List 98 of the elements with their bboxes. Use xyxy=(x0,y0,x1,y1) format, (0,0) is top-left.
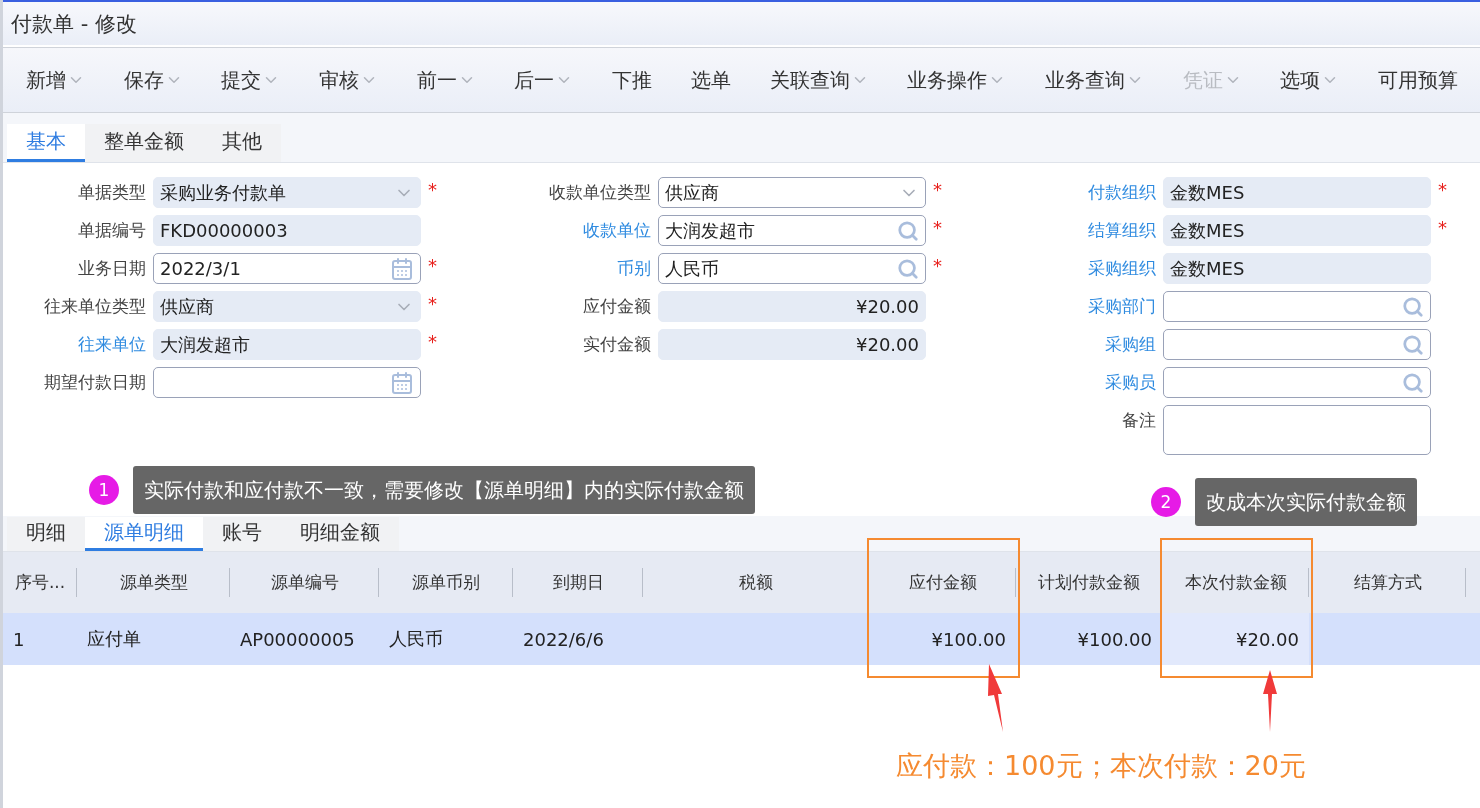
toolbar-button[interactable]: 可用预算 xyxy=(1377,66,1458,94)
input-field[interactable]: 供应商 xyxy=(153,291,421,322)
field-label: 收款单位类型 xyxy=(548,181,651,204)
toolbar-button[interactable]: 后一 xyxy=(514,66,574,94)
required-mark: * xyxy=(1438,216,1448,240)
field-label: 应付金额 xyxy=(582,295,651,318)
window-title: 付款单 - 修改 xyxy=(11,10,137,38)
table-cell-text: ¥100.00 xyxy=(930,627,1007,652)
column-header[interactable]: 源单类型 xyxy=(77,552,230,613)
required-mark: * xyxy=(933,254,943,278)
field-label[interactable]: 结算组织 xyxy=(955,215,1156,245)
column-header[interactable]: 源单编号 xyxy=(230,552,379,613)
field-label[interactable]: 付款组织 xyxy=(955,177,1156,207)
field-label: 业务日期 xyxy=(77,257,146,280)
field-label: 备注 xyxy=(1121,409,1156,432)
input-field[interactable]: 人民币 xyxy=(658,253,926,284)
column-header[interactable]: 本次付款金额 xyxy=(1162,552,1309,613)
input-field[interactable]: FKD00000003 xyxy=(153,215,421,246)
toolbar-button[interactable]: 审核 xyxy=(319,66,379,94)
toolbar-button[interactable]: 提交 xyxy=(221,66,281,94)
input-field[interactable]: 金数MES xyxy=(1163,177,1431,208)
field-label: 期望付款日期 xyxy=(43,371,146,394)
required-mark: * xyxy=(428,254,438,278)
toolbar-button[interactable]: 业务操作 xyxy=(907,66,1007,94)
column-header[interactable]: 计划付款金额 xyxy=(1016,552,1162,613)
annotation-note: 应付款：100元；本次付款：20元 xyxy=(896,749,1306,783)
tab[interactable]: 其他 xyxy=(203,124,281,162)
input-field[interactable] xyxy=(1163,367,1431,398)
required-mark: * xyxy=(428,292,438,316)
required-mark: * xyxy=(933,216,943,240)
toolbar-button[interactable]: 保存 xyxy=(123,66,183,94)
input-field[interactable]: 大润发超市 xyxy=(153,329,421,360)
required-mark: * xyxy=(933,178,943,202)
field-label: 往来单位类型 xyxy=(43,295,146,318)
field-label: 单据类型 xyxy=(77,181,146,204)
step-badge: 1 xyxy=(89,475,119,505)
tab[interactable]: 整单金额 xyxy=(85,124,203,162)
table-cell-text: 应付单 xyxy=(86,627,142,651)
callout-text: 实际付款和应付款不一致，需要修改【源单明细】内的实际付款金额 xyxy=(133,466,755,514)
input-field[interactable]: ¥20.00 xyxy=(658,291,926,322)
field-label[interactable]: 采购部门 xyxy=(955,291,1156,321)
field-label[interactable]: 采购组 xyxy=(955,329,1156,359)
input-field[interactable]: 金数MES xyxy=(1163,253,1431,284)
column-header[interactable]: 应付金额 xyxy=(869,552,1016,613)
search-icon[interactable] xyxy=(897,257,919,280)
search-icon[interactable] xyxy=(1402,295,1424,318)
field-label[interactable]: 收款单位 xyxy=(450,215,651,245)
table-row[interactable]: 1 应付单 AP00000005 人民币 2022/6/6 ¥100.00 ¥100.00 ¥20.00 xyxy=(3,613,1480,665)
table-cell: ¥20.00 xyxy=(1162,613,1309,665)
callout-text: 改成本次实际付款金额 xyxy=(1195,478,1417,526)
input-field[interactable]: 2022/3/1 xyxy=(153,253,421,284)
search-icon[interactable] xyxy=(1402,333,1424,356)
field-label: 实付金额 xyxy=(582,333,651,356)
tab[interactable]: 基本 xyxy=(7,124,85,162)
search-icon[interactable] xyxy=(897,219,919,242)
toolbar-button[interactable]: 选项 xyxy=(1280,66,1340,94)
toolbar-button[interactable]: 关联查询 xyxy=(769,66,869,94)
calendar-icon xyxy=(390,370,414,395)
table-cell-text: 1 xyxy=(12,627,26,652)
toolbar-button[interactable]: 新增 xyxy=(26,66,85,94)
input-field[interactable]: 大润发超市 xyxy=(658,215,926,246)
toolbar-button[interactable]: 选单 xyxy=(690,66,731,94)
text-area[interactable] xyxy=(1163,405,1431,455)
toolbar-button[interactable]: 前一 xyxy=(416,66,476,94)
table-cell-text: AP00000005 xyxy=(239,627,356,652)
tab[interactable]: 账号 xyxy=(203,517,281,551)
table-cell-text: 人民币 xyxy=(388,627,444,651)
required-mark: * xyxy=(428,178,438,202)
column-header[interactable]: 到期日 xyxy=(513,552,643,613)
field-label[interactable]: 币别 xyxy=(450,253,651,283)
column-header[interactable]: 税额 xyxy=(643,552,869,613)
field-label[interactable]: 采购员 xyxy=(955,367,1156,397)
input-field[interactable]: 采购业务付款单 xyxy=(153,177,421,208)
input-field[interactable]: 供应商 xyxy=(658,177,926,208)
input-field[interactable]: 金数MES xyxy=(1163,215,1431,246)
field-label: 单据编号 xyxy=(77,219,146,242)
tab[interactable]: 源单明细 xyxy=(85,517,203,551)
column-header[interactable]: 结算方式 xyxy=(1309,552,1466,613)
column-header[interactable]: 序号... xyxy=(3,552,77,613)
toolbar-button[interactable]: 业务查询 xyxy=(1044,66,1144,94)
table-cell-text: ¥100.00 xyxy=(1076,627,1153,652)
required-mark: * xyxy=(1438,178,1448,202)
input-field[interactable] xyxy=(1163,291,1431,322)
input-field[interactable]: ¥20.00 xyxy=(658,329,926,360)
toolbar-button[interactable]: 下推 xyxy=(612,66,653,94)
tab[interactable]: 明细 xyxy=(7,517,85,551)
input-field[interactable] xyxy=(153,367,421,398)
arrow xyxy=(986,664,1004,732)
calendar-icon xyxy=(390,256,414,281)
required-mark: * xyxy=(428,330,438,354)
search-icon[interactable] xyxy=(1402,371,1424,394)
table-cell-text: 2022/6/6 xyxy=(522,627,605,652)
input-field[interactable] xyxy=(1163,329,1431,360)
step-badge: 2 xyxy=(1151,487,1181,517)
tab[interactable]: 明细金额 xyxy=(281,517,399,551)
column-header[interactable]: 源单币别 xyxy=(379,552,513,613)
field-label[interactable]: 往来单位 xyxy=(3,329,146,359)
field-label[interactable]: 采购组织 xyxy=(955,253,1156,283)
